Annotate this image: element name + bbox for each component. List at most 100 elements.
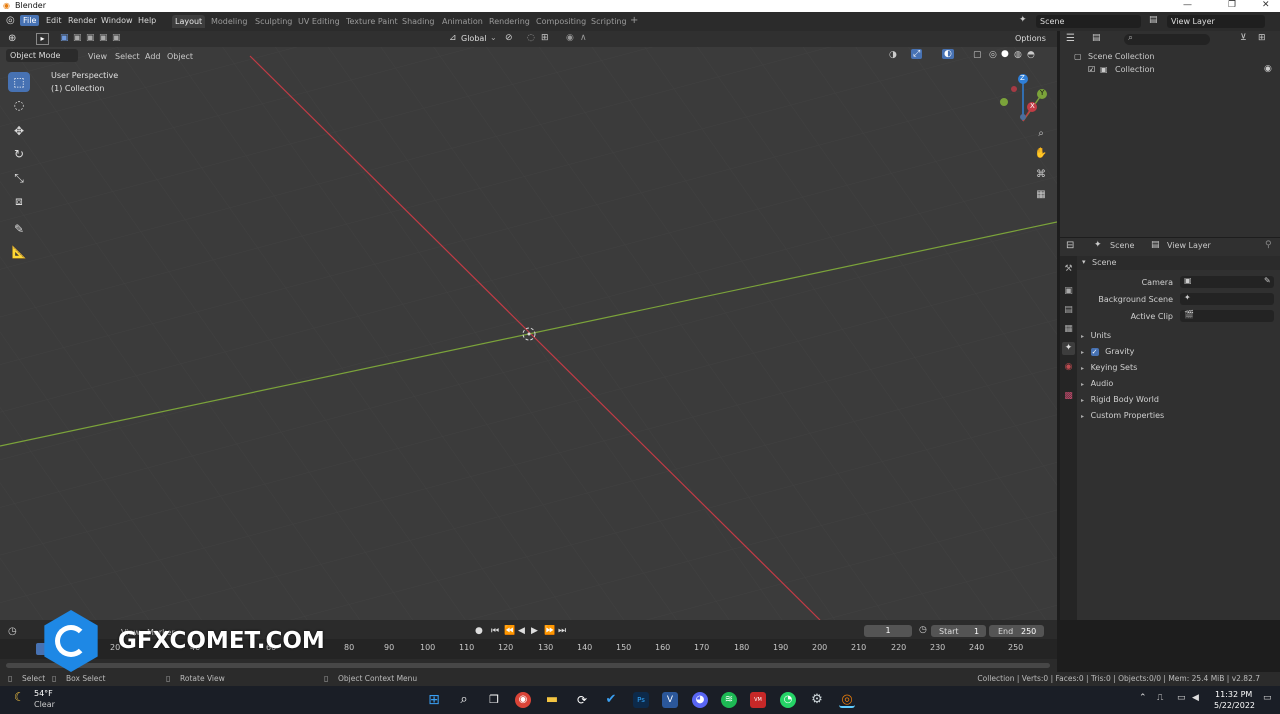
rendered-shading-icon[interactable]: ◓ xyxy=(1027,50,1035,60)
eye-icon[interactable]: ◉ xyxy=(1264,64,1272,74)
select-mode-subtract-icon[interactable]: ▣ xyxy=(86,33,95,43)
gear-icon[interactable]: ⚙ xyxy=(809,692,825,708)
minimize-icon[interactable]: — xyxy=(1183,0,1192,10)
volume-icon[interactable]: ◀ xyxy=(1192,693,1199,703)
menu-render[interactable]: Render xyxy=(68,16,96,25)
background-scene-field[interactable]: ✦ xyxy=(1180,293,1274,305)
tool-tab-icon[interactable]: ⚒ xyxy=(1062,263,1075,276)
gravity-checkbox[interactable]: ✓ xyxy=(1090,348,1099,356)
tab-animation[interactable]: Animation xyxy=(439,15,486,28)
orientation-dropdown[interactable]: Global xyxy=(461,34,487,43)
close-icon[interactable]: ✕ xyxy=(1262,0,1270,10)
spotify-icon[interactable]: ≋ xyxy=(721,692,737,708)
wireframe-shading-icon[interactable]: ◎ xyxy=(989,50,997,60)
start-frame-field[interactable]: Start 1 xyxy=(931,625,986,637)
3d-viewport[interactable]: Z Y X ⊕ ▸ ▣ ▣ ▣ ▣ ▣ ⊿ Global ⌄ ⊘ ◌ ⊞ ◉ ∧… xyxy=(0,31,1057,620)
restore-icon[interactable]: ❐ xyxy=(1228,0,1236,10)
todo-check-icon[interactable]: ✔ xyxy=(603,692,619,708)
weather-desc[interactable]: Clear xyxy=(34,700,55,709)
windows-start-icon[interactable]: ⊞ xyxy=(426,692,442,708)
new-collection-icon[interactable]: ⊞ xyxy=(1258,33,1266,43)
viewport-menu-object[interactable]: Object xyxy=(167,52,193,61)
select-box-tool[interactable]: ⬚ xyxy=(8,72,30,92)
select-mode-invert-icon[interactable]: ▣ xyxy=(99,33,108,43)
gizmo-y-label[interactable]: Y xyxy=(1040,89,1044,97)
outliner-row[interactable]: ☑ ▣ Collection ◉ xyxy=(1060,64,1280,76)
vegas-icon[interactable]: V xyxy=(662,692,678,708)
orientation-icon[interactable]: ⊿ xyxy=(449,33,457,43)
tab-layout[interactable]: Layout xyxy=(172,15,206,28)
chrome-icon[interactable]: ◉ xyxy=(515,692,531,708)
rigid-body-world-panel-header[interactable]: ▸ Rigid Body World xyxy=(1081,395,1159,404)
preview-range-icon[interactable]: ◷ xyxy=(919,625,927,635)
pin-icon[interactable]: ⚲ xyxy=(1265,240,1272,250)
scene-panel-header[interactable]: ▾ Scene xyxy=(1077,256,1280,270)
prev-keyframe-icon[interactable]: ⏪ xyxy=(504,626,515,636)
falloff-icon[interactable]: ∧ xyxy=(580,33,587,43)
overlay-toggle-icon[interactable]: ◐ xyxy=(942,49,954,59)
weather-temp[interactable]: 54°F xyxy=(34,689,53,698)
scene-icon[interactable]: ✦ xyxy=(1019,15,1027,25)
tab-sculpting[interactable]: Sculpting xyxy=(252,15,295,28)
zoom-icon[interactable]: ⌕ xyxy=(1032,125,1050,143)
outliner-row[interactable]: ▢ Scene Collection xyxy=(1060,51,1280,63)
snap-icon[interactable]: ◌ xyxy=(527,33,535,43)
file-explorer-icon[interactable]: ▬ xyxy=(544,692,560,708)
view-layer-selector[interactable]: View Layer xyxy=(1167,15,1265,28)
solid-shading-icon[interactable]: ● xyxy=(1001,49,1009,59)
viewport-menu-add[interactable]: Add xyxy=(145,52,161,61)
display-mode-icon[interactable]: ▤ xyxy=(1092,33,1101,43)
tab-rendering[interactable]: Rendering xyxy=(486,15,533,28)
pivot-point-icon[interactable]: ⊘ xyxy=(505,33,513,43)
select-mode-new-icon[interactable]: ▣ xyxy=(60,33,69,43)
viewport-menu-view[interactable]: View xyxy=(88,52,107,61)
settings-sync-icon[interactable]: ⟳ xyxy=(574,692,590,708)
gizmo-toggle-icon[interactable]: ⤢ xyxy=(911,49,923,59)
notification-icon[interactable]: ▭ xyxy=(1263,693,1272,703)
viewport-menu-select[interactable]: Select xyxy=(115,52,140,61)
tab-shading[interactable]: Shading xyxy=(399,15,438,28)
search-icon[interactable]: ⌕ xyxy=(456,692,472,708)
gravity-panel-header[interactable]: ▸ ✓ Gravity xyxy=(1081,347,1134,356)
properties-editor-icon[interactable]: ⊟ xyxy=(1066,240,1074,251)
checkbox-icon[interactable]: ☑ xyxy=(1088,65,1095,74)
play-icon[interactable]: ▶ xyxy=(531,626,538,636)
menu-file[interactable]: File xyxy=(20,15,40,26)
options-dropdown[interactable]: Options xyxy=(1015,34,1046,43)
world-tab-icon[interactable]: ◉ xyxy=(1062,361,1075,374)
mode-selector[interactable]: Object Mode xyxy=(6,49,78,62)
eyedropper-icon[interactable]: ✎ xyxy=(1264,276,1271,285)
gizmo-x-label[interactable]: X xyxy=(1030,102,1035,110)
moon-weather-icon[interactable]: ☾ xyxy=(14,690,25,704)
timeline-editor-icon[interactable]: ◷ xyxy=(8,626,17,637)
discord-icon[interactable]: ◕ xyxy=(692,692,708,708)
proportional-edit-icon[interactable]: ◉ xyxy=(566,33,574,43)
tab-modeling[interactable]: Modeling xyxy=(208,15,250,28)
scale-tool[interactable]: ⤡ xyxy=(8,168,30,188)
task-view-icon[interactable]: ❐ xyxy=(486,692,502,708)
scene-selector[interactable]: Scene xyxy=(1036,15,1141,28)
custom-properties-panel-header[interactable]: ▸ Custom Properties xyxy=(1081,411,1164,420)
blender-taskbar-icon[interactable]: ◎ xyxy=(839,692,855,708)
select-mode-extend-icon[interactable]: ▣ xyxy=(73,33,82,43)
material-shading-icon[interactable]: ◍ xyxy=(1014,50,1022,60)
gizmo-z-label[interactable]: Z xyxy=(1020,74,1025,82)
move-tool[interactable]: ✥ xyxy=(8,121,30,141)
cursor-tool[interactable]: ◌ xyxy=(8,95,30,115)
transform-tool[interactable]: ⧈ xyxy=(8,191,30,211)
tab-compositing[interactable]: Compositing xyxy=(533,15,589,28)
camera-view-icon[interactable]: ⌘ xyxy=(1032,166,1050,184)
clock-date[interactable]: 5/22/2022 xyxy=(1214,701,1255,710)
measure-tool[interactable]: 📐 xyxy=(8,242,30,262)
add-workspace-button[interactable]: + xyxy=(627,13,641,28)
clock-time[interactable]: 11:32 PM xyxy=(1215,690,1252,699)
snap-target-icon[interactable]: ⊞ xyxy=(541,33,549,43)
scene-tab-icon[interactable]: ✦ xyxy=(1062,342,1075,355)
pan-hand-icon[interactable]: ✋ xyxy=(1032,145,1050,163)
view-layer-tab-icon[interactable]: ▦ xyxy=(1062,323,1075,336)
camera-field[interactable]: ▣ ✎ xyxy=(1180,276,1274,288)
network-icon[interactable]: ▭ xyxy=(1177,693,1186,703)
annotate-tool[interactable]: ✎ xyxy=(8,219,30,239)
microphone-icon[interactable]: ⎍ xyxy=(1157,693,1163,703)
jump-end-icon[interactable]: ⏭ xyxy=(558,626,566,636)
